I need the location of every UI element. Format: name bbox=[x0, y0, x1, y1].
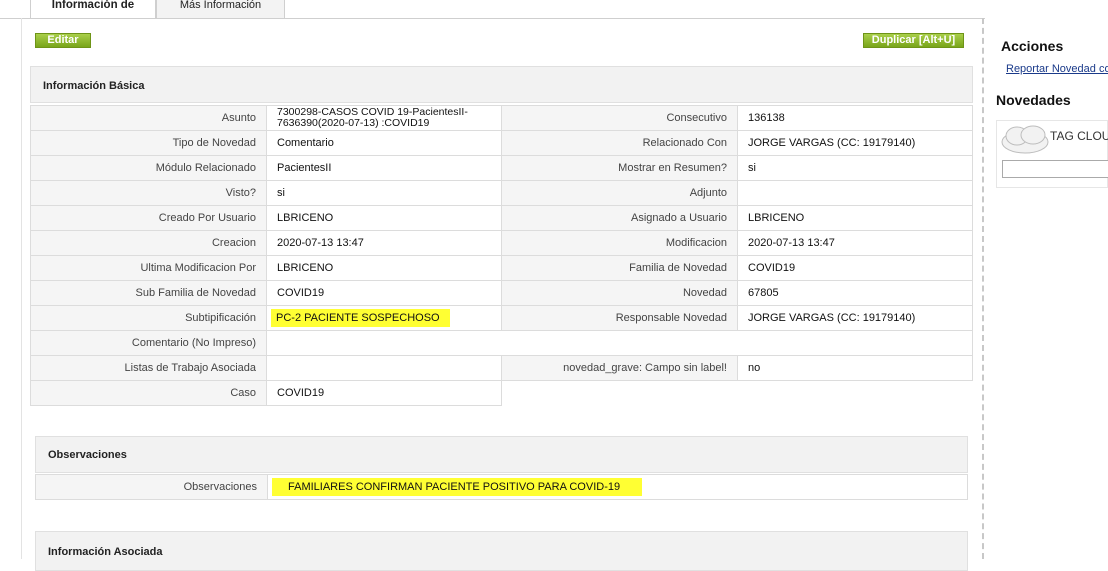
tag-cloud-input[interactable] bbox=[1002, 160, 1108, 178]
asociada-header: Información Asociada bbox=[35, 531, 968, 571]
edit-button[interactable]: Editar bbox=[35, 33, 91, 48]
basic-info-row: Creado Por Usuario LBRICENO Asignado a Usu… bbox=[30, 205, 973, 231]
sidebar-divider bbox=[982, 18, 984, 559]
basic-info-row: Subtipificación PC-2 PACIENTE SOSPECHOSO R… bbox=[30, 305, 973, 331]
field-value: 67805 bbox=[737, 280, 973, 306]
basic-info-row: Tipo de Novedad Comentario Relacionado Con… bbox=[30, 130, 973, 156]
observaciones-text: FAMILIARES CONFIRMAN PACIENTE POSITIVO P… bbox=[272, 478, 643, 496]
field-value: JORGE VARGAS (CC: 19179140) bbox=[737, 130, 973, 156]
field-label: Asignado a Usuario bbox=[501, 205, 738, 231]
tab-informacion-label: Información de bbox=[51, 0, 135, 11]
acciones-heading: Acciones bbox=[1001, 38, 1064, 54]
field-value: PacientesII bbox=[266, 155, 502, 181]
field-value: COVID19 bbox=[737, 255, 973, 281]
field-value: LBRICENO bbox=[266, 205, 502, 231]
basic-info-row: Caso COVID19 bbox=[30, 380, 973, 406]
basic-info-row: Visto? si Adjunto bbox=[30, 180, 973, 206]
observaciones-header: Observaciones bbox=[35, 436, 968, 473]
basic-info-row: Creacion 2020-07-13 13:47 Modificacion 2020… bbox=[30, 230, 973, 256]
observaciones-value: FAMILIARES CONFIRMAN PACIENTE POSITIVO P… bbox=[267, 474, 968, 500]
tab-mas-informacion-label: Más Información bbox=[179, 0, 262, 11]
novedades-heading: Novedades bbox=[996, 92, 1071, 108]
observaciones-title: Observaciones bbox=[48, 449, 127, 461]
field-value: no bbox=[737, 355, 973, 381]
observaciones-label: Observaciones bbox=[35, 474, 268, 500]
field-label: Creacion bbox=[30, 230, 267, 256]
basic-info-row: Comentario (No Impreso) bbox=[30, 330, 973, 356]
field-value: LBRICENO bbox=[737, 205, 973, 231]
basic-info-row: Ultima Modificacion Por LBRICENO Familia d… bbox=[30, 255, 973, 281]
field-label: Novedad bbox=[501, 280, 738, 306]
field-label: Visto? bbox=[30, 180, 267, 206]
field-label: Consecutivo bbox=[501, 105, 738, 131]
reportar-novedad-link[interactable]: Reportar Novedad con bbox=[1006, 63, 1108, 75]
duplicate-button[interactable]: Duplicar [Alt+U] bbox=[863, 33, 964, 48]
field-value: LBRICENO bbox=[266, 255, 502, 281]
field-value: PC-2 PACIENTE SOSPECHOSO bbox=[266, 305, 502, 331]
field-value bbox=[737, 180, 973, 206]
basic-info-title: Información Básica bbox=[43, 80, 145, 92]
field-value: COVID19 bbox=[266, 380, 502, 406]
tab-informacion[interactable]: Información de bbox=[30, 0, 156, 19]
tag-cloud-label: TAG CLOUD bbox=[1050, 129, 1108, 143]
field-value bbox=[266, 330, 973, 356]
subtipificacion-highlight: PC-2 PACIENTE SOSPECHOSO bbox=[271, 309, 450, 327]
basic-info-row: Asunto 7300298-CASOS COVID 19-PacientesII… bbox=[30, 105, 973, 131]
field-label: Tipo de Novedad bbox=[30, 130, 267, 156]
field-value bbox=[266, 355, 502, 381]
field-value: 2020-07-13 13:47 bbox=[737, 230, 973, 256]
field-label: Creado Por Usuario bbox=[30, 205, 267, 231]
basic-info-table: Asunto 7300298-CASOS COVID 19-PacientesII… bbox=[30, 105, 973, 406]
basic-info-row: Sub Familia de Novedad COVID19 Novedad 6780… bbox=[30, 280, 973, 306]
tag-cloud-widget: TAG CLOUD bbox=[996, 120, 1108, 188]
basic-info-header: Información Básica bbox=[30, 66, 973, 103]
field-value: 2020-07-13 13:47 bbox=[266, 230, 502, 256]
field-label: Ultima Modificacion Por bbox=[30, 255, 267, 281]
field-label: Mostrar en Resumen? bbox=[501, 155, 738, 181]
basic-info-row: Listas de Trabajo Asociada novedad_grave:… bbox=[30, 355, 973, 381]
field-label: Responsable Novedad bbox=[501, 305, 738, 331]
basic-info-row: Módulo Relacionado PacientesII Mostrar en … bbox=[30, 155, 973, 181]
tab-mas-informacion[interactable]: Más Información bbox=[156, 0, 285, 19]
field-value: COVID19 bbox=[266, 280, 502, 306]
field-label: Subtipificación bbox=[30, 305, 267, 331]
field-value: si bbox=[737, 155, 973, 181]
field-value: Comentario bbox=[266, 130, 502, 156]
field-value: 7300298-CASOS COVID 19-PacientesII-76363… bbox=[266, 105, 502, 131]
field-value: si bbox=[266, 180, 502, 206]
field-label: Comentario (No Impreso) bbox=[30, 330, 267, 356]
empty-cell bbox=[502, 381, 973, 406]
field-label: Módulo Relacionado bbox=[30, 155, 267, 181]
tab-bar: Información de Más Información bbox=[0, 0, 985, 19]
field-label: Sub Familia de Novedad bbox=[30, 280, 267, 306]
field-label: Caso bbox=[30, 380, 267, 406]
field-label: Adjunto bbox=[501, 180, 738, 206]
asociada-title: Información Asociada bbox=[48, 546, 163, 558]
content-left-border bbox=[21, 18, 22, 559]
field-value: 136138 bbox=[737, 105, 973, 131]
field-label: Familia de Novedad bbox=[501, 255, 738, 281]
field-label: Relacionado Con bbox=[501, 130, 738, 156]
tab-divider bbox=[0, 18, 985, 19]
field-label: novedad_grave: Campo sin label! bbox=[501, 355, 738, 381]
field-label: Listas de Trabajo Asociada bbox=[30, 355, 267, 381]
field-label: Asunto bbox=[30, 105, 267, 131]
field-label: Modificacion bbox=[501, 230, 738, 256]
field-value: JORGE VARGAS (CC: 19179140) bbox=[737, 305, 973, 331]
observaciones-table: Observaciones FAMILIARES CONFIRMAN PACIE… bbox=[35, 474, 968, 500]
